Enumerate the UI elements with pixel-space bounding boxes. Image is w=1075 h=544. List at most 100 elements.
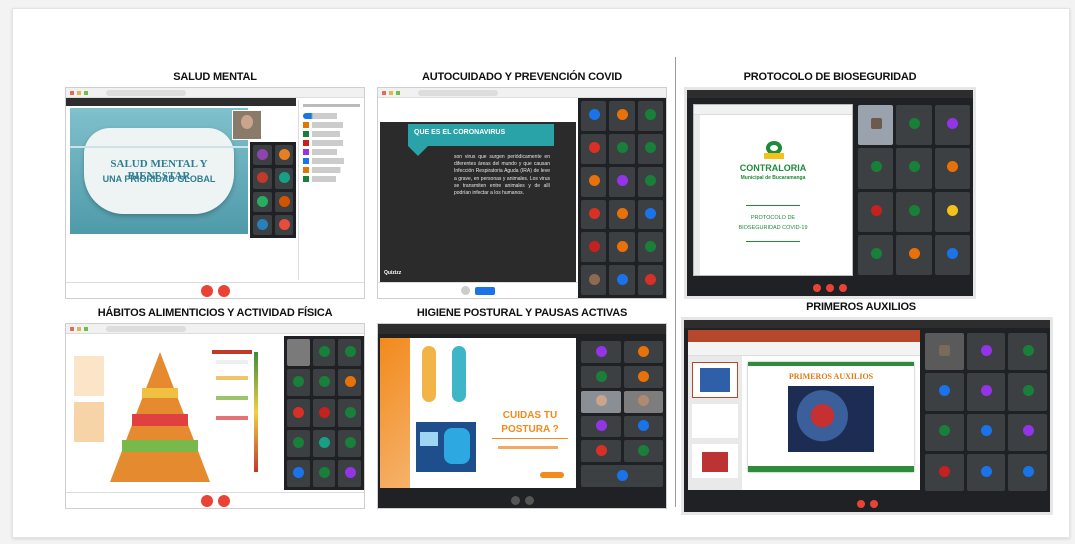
participant-tile[interactable] xyxy=(925,413,964,451)
participant-tile[interactable] xyxy=(934,148,970,189)
participant-tile[interactable] xyxy=(338,429,361,457)
participant-tile[interactable] xyxy=(287,459,310,487)
end-call-button[interactable] xyxy=(869,500,878,508)
participant-tile[interactable] xyxy=(609,199,635,230)
participant-tile[interactable] xyxy=(609,166,635,197)
participant-tile[interactable] xyxy=(581,365,621,388)
participant-tile[interactable] xyxy=(581,265,607,295)
participant-tile[interactable] xyxy=(637,232,663,263)
participant-tile[interactable] xyxy=(338,459,361,487)
participant-tile[interactable] xyxy=(858,191,894,232)
end-call-button[interactable] xyxy=(217,494,230,507)
end-call-button[interactable] xyxy=(839,284,847,292)
participant-tile[interactable] xyxy=(858,148,894,189)
participant-tile[interactable] xyxy=(609,133,635,164)
participant-tile[interactable] xyxy=(925,333,964,371)
participant-tile[interactable] xyxy=(896,191,932,232)
participant-tile[interactable] xyxy=(253,168,272,189)
participant-tile[interactable] xyxy=(637,133,663,164)
participant-tile[interactable] xyxy=(287,429,310,457)
participant-tile[interactable] xyxy=(581,133,607,164)
participant-tile[interactable] xyxy=(274,145,293,166)
participant-tile[interactable] xyxy=(581,440,621,463)
participant-tile[interactable] xyxy=(253,214,272,235)
avatar xyxy=(616,240,628,252)
mic-off-button[interactable] xyxy=(200,284,213,297)
participant-tile[interactable] xyxy=(253,191,272,212)
participant-tile[interactable] xyxy=(966,413,1006,451)
participant-tile[interactable] xyxy=(637,199,663,230)
participant-tile[interactable] xyxy=(1008,373,1047,411)
participant-tile[interactable] xyxy=(637,265,663,295)
participant-tile[interactable] xyxy=(966,373,1006,411)
participant-tile[interactable] xyxy=(312,459,336,487)
participant-tile[interactable] xyxy=(287,339,310,367)
participant-tile[interactable] xyxy=(637,101,663,131)
participant-tile[interactable] xyxy=(1008,453,1047,491)
camera-off-button[interactable] xyxy=(826,284,834,292)
participant-tile[interactable] xyxy=(896,234,932,275)
mic-off-button[interactable] xyxy=(813,284,821,292)
participant-tile[interactable] xyxy=(274,214,293,235)
participant-tile[interactable] xyxy=(966,453,1006,491)
participant-tile[interactable] xyxy=(338,399,361,427)
mic-off-button[interactable] xyxy=(856,500,865,508)
participant-tile[interactable] xyxy=(581,341,621,363)
participant-tile[interactable] xyxy=(338,369,361,397)
participant-tile[interactable] xyxy=(858,105,894,146)
avatar xyxy=(344,406,356,418)
mic-button[interactable] xyxy=(461,286,470,295)
participant-tile[interactable] xyxy=(858,234,894,275)
participant-tile[interactable] xyxy=(934,105,970,146)
avatar xyxy=(595,395,607,407)
participant-tile[interactable] xyxy=(925,373,964,411)
participant-tile[interactable] xyxy=(623,365,663,388)
participant-tile[interactable] xyxy=(896,105,932,146)
participant-tile[interactable] xyxy=(581,390,621,413)
participant-tile[interactable] xyxy=(623,341,663,363)
participant-tile[interactable] xyxy=(312,339,336,367)
participant-tile[interactable] xyxy=(287,399,310,427)
participant-tile[interactable] xyxy=(581,232,607,263)
avatar xyxy=(588,175,600,187)
participant-tile[interactable] xyxy=(934,234,970,275)
participant-tile[interactable] xyxy=(934,191,970,232)
participant-tile[interactable] xyxy=(312,399,336,427)
participant-tile[interactable] xyxy=(1008,333,1047,371)
participant-tile[interactable] xyxy=(312,429,336,457)
participant-tile[interactable] xyxy=(338,339,361,367)
participant-tile[interactable] xyxy=(581,465,663,487)
present-button[interactable] xyxy=(475,286,495,295)
mic-off-button[interactable] xyxy=(200,494,213,507)
camera-button[interactable] xyxy=(524,495,534,505)
participant-tile[interactable] xyxy=(253,145,272,166)
mic-button[interactable] xyxy=(510,495,520,505)
panel-title: PRIMEROS AUXILIOS xyxy=(806,301,916,313)
participant-tile[interactable] xyxy=(581,415,621,438)
participant-tile[interactable] xyxy=(274,191,293,212)
slide-thumbnails xyxy=(688,356,742,490)
participant-tile[interactable] xyxy=(609,232,635,263)
avatar xyxy=(616,273,628,285)
participant-tile[interactable] xyxy=(623,415,663,438)
participant-tile[interactable] xyxy=(609,265,635,295)
participant-tile[interactable] xyxy=(287,369,310,397)
participant-tile[interactable] xyxy=(1008,413,1047,451)
participant-tile[interactable] xyxy=(581,199,607,230)
participant-tile[interactable] xyxy=(896,148,932,189)
participant-grid xyxy=(578,338,666,490)
participant-tile[interactable] xyxy=(966,333,1006,371)
avatar xyxy=(870,161,882,173)
participant-tile[interactable] xyxy=(637,166,663,197)
participant-tile[interactable] xyxy=(581,166,607,197)
participant-tile[interactable] xyxy=(274,168,293,189)
avatar xyxy=(344,436,356,448)
participant-tile[interactable] xyxy=(623,390,663,413)
participant-tile[interactable] xyxy=(925,453,964,491)
participant-tile[interactable] xyxy=(609,101,635,131)
participant-tile[interactable] xyxy=(312,369,336,397)
avatar xyxy=(1022,425,1034,437)
participant-tile[interactable] xyxy=(581,101,607,131)
end-call-button[interactable] xyxy=(217,284,230,297)
participant-tile[interactable] xyxy=(623,440,663,463)
